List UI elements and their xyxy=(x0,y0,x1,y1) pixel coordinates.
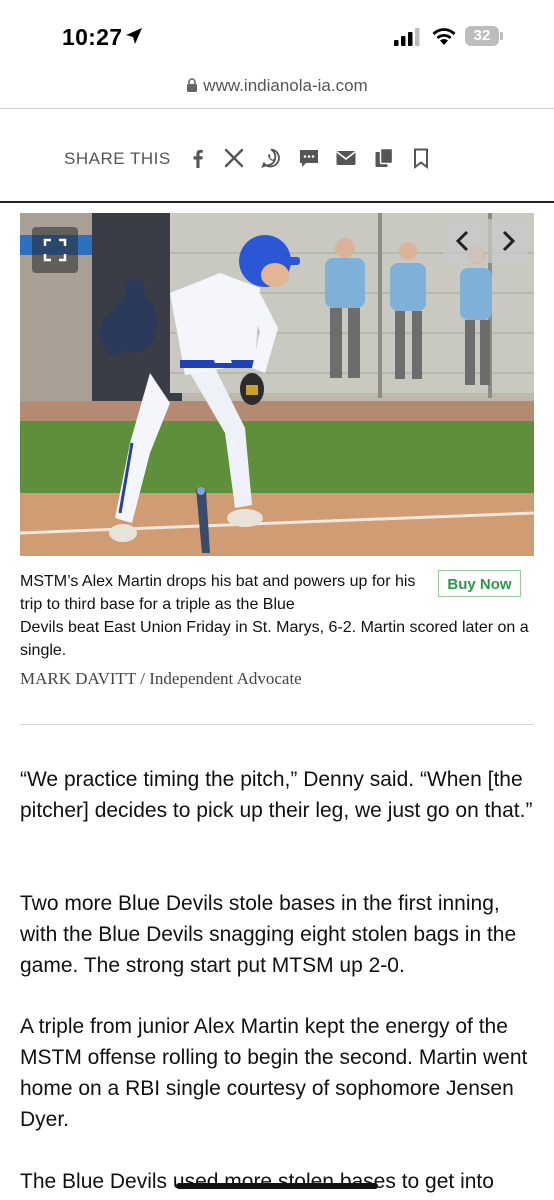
chevron-left-icon xyxy=(455,230,469,252)
fullscreen-button[interactable] xyxy=(32,227,78,273)
address-bar[interactable]: www.indianola-ia.com xyxy=(0,72,554,108)
copy-link-icon[interactable] xyxy=(373,147,395,169)
buy-now-button[interactable]: Buy Now xyxy=(438,570,521,597)
divider xyxy=(20,724,534,725)
previous-photo-button[interactable] xyxy=(443,219,483,263)
share-label: SHARE THIS xyxy=(64,149,171,168)
cellular-signal-icon xyxy=(394,28,420,46)
battery-icon: 32 xyxy=(465,26,505,48)
share-bar: SHARE THIS xyxy=(0,109,554,201)
photo-caption: MSTM’s Alex Martin drops his bat and pow… xyxy=(20,573,416,613)
photo-caption-continued: Devils beat East Union Friday in St. Mar… xyxy=(20,619,529,659)
status-bar: 10:27 32 xyxy=(0,0,554,72)
email-icon[interactable] xyxy=(335,147,357,169)
gallery-photo[interactable] xyxy=(20,213,534,556)
article-paragraph: Two more Blue Devils stole bases in the … xyxy=(20,892,517,977)
bookmark-icon[interactable] xyxy=(410,147,432,169)
clock: 10:27 xyxy=(62,24,123,50)
lock-icon xyxy=(187,78,198,92)
baseball-photo xyxy=(20,213,534,556)
next-photo-button[interactable] xyxy=(488,219,528,263)
sms-icon[interactable] xyxy=(298,147,320,169)
expand-icon xyxy=(43,238,67,262)
x-icon[interactable] xyxy=(223,147,245,169)
photo-credit: MARK DAVITT / Independent Advocate xyxy=(20,669,302,688)
article-paragraph: “We practice timing the pitch,” Denny sa… xyxy=(20,768,533,822)
home-indicator[interactable] xyxy=(176,1183,378,1189)
location-arrow-icon xyxy=(126,28,142,44)
whatsapp-icon[interactable] xyxy=(260,147,282,169)
wifi-icon xyxy=(432,28,456,45)
facebook-icon[interactable] xyxy=(187,147,209,169)
chevron-right-icon xyxy=(502,230,516,252)
article-paragraph: A triple from junior Alex Martin kept th… xyxy=(20,1015,528,1131)
url-text: www.indianola-ia.com xyxy=(203,76,368,95)
battery-level: 32 xyxy=(473,27,491,44)
divider xyxy=(0,201,554,203)
url-display[interactable]: www.indianola-ia.com xyxy=(0,76,554,96)
article-paragraph: The Blue Devils used more stolen bases t… xyxy=(20,1170,494,1193)
